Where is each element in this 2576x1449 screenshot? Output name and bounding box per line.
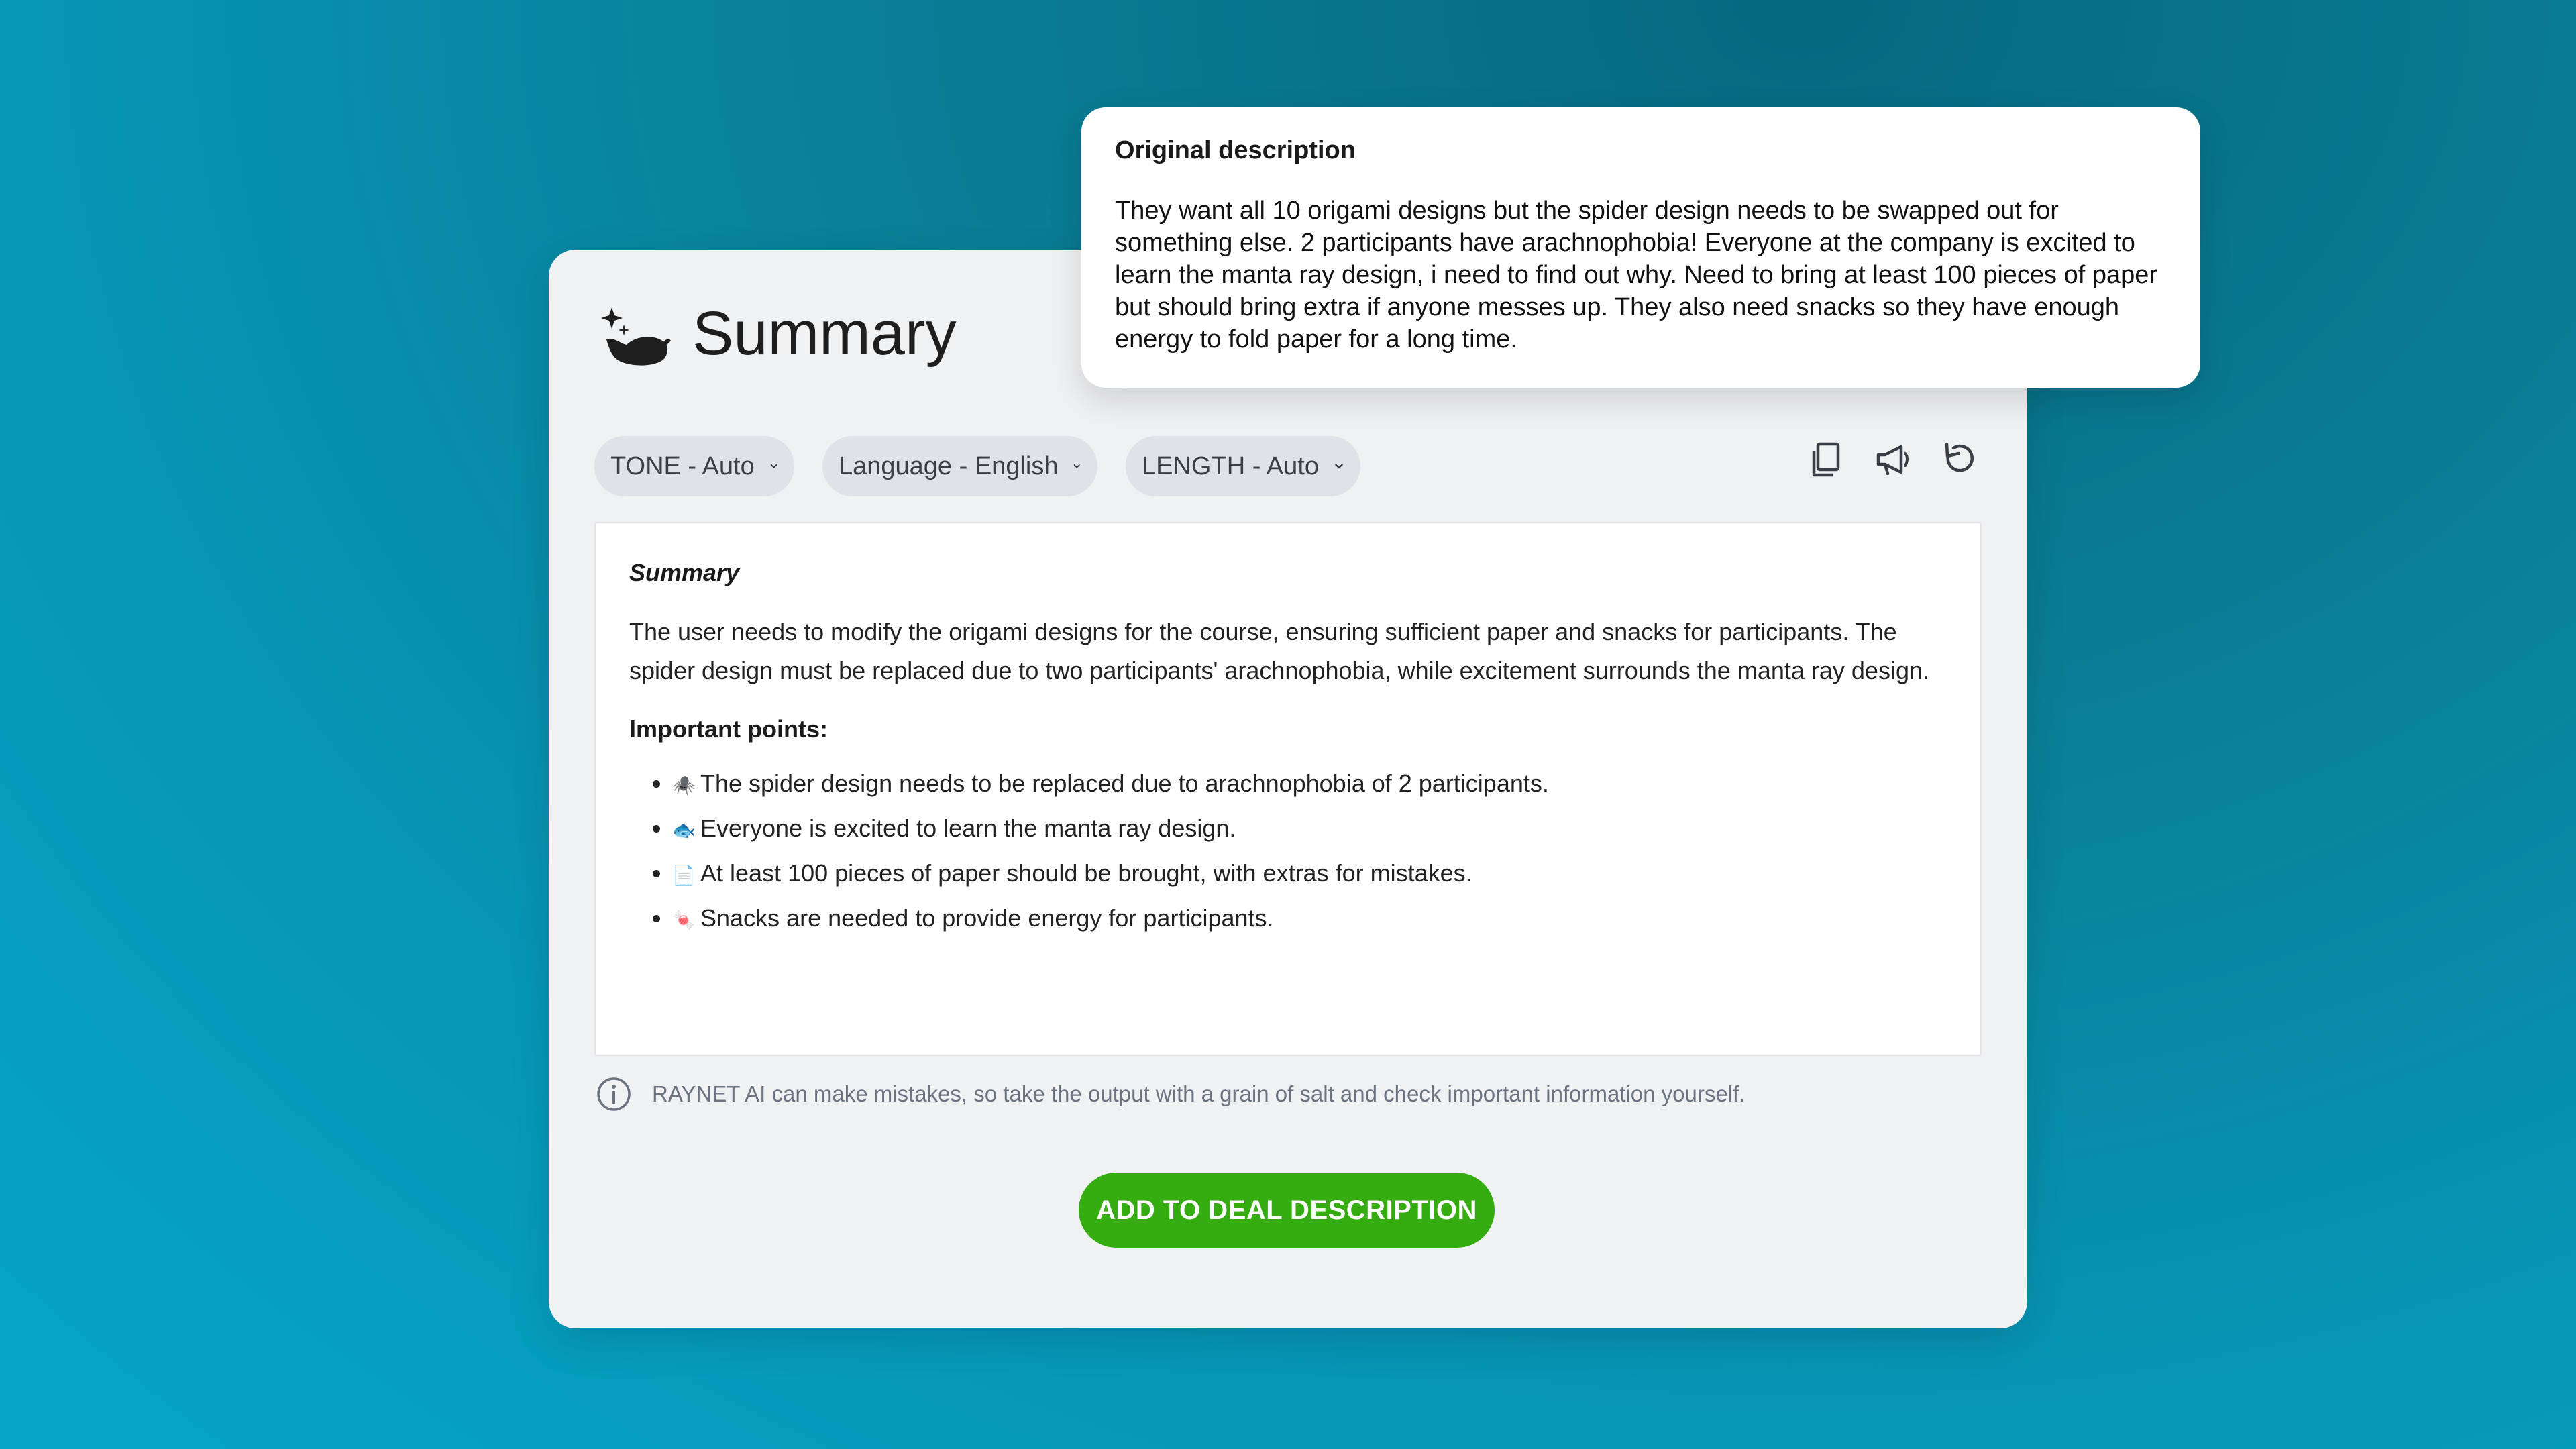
megaphone-icon[interactable] bbox=[1872, 439, 1915, 482]
fish-emoji-icon: 🐟 bbox=[672, 820, 696, 841]
length-dropdown-label: LENGTH - Auto bbox=[1142, 451, 1319, 480]
panel-title: Summary bbox=[692, 299, 957, 368]
important-points-list: 🕷️The spider design needs to be replaced… bbox=[629, 762, 1947, 942]
length-dropdown[interactable]: LENGTH - Auto bbox=[1126, 436, 1360, 496]
content-body: The user needs to modify the origami des… bbox=[629, 618, 1929, 685]
language-dropdown[interactable]: Language - English bbox=[822, 436, 1097, 496]
add-to-deal-description-button[interactable]: ADD TO DEAL DESCRIPTION bbox=[1079, 1173, 1495, 1248]
copy-icon[interactable] bbox=[1805, 439, 1847, 482]
chevron-down-icon bbox=[1074, 464, 1081, 468]
list-item: 🍬Snacks are needed to provide energy for… bbox=[672, 897, 1947, 942]
list-item: 🕷️The spider design needs to be replaced… bbox=[672, 762, 1947, 807]
point-text: Everyone is excited to learn the manta r… bbox=[700, 814, 1236, 843]
points-title: Important points: bbox=[629, 715, 828, 743]
original-description-card: Original description They want all 10 or… bbox=[1081, 107, 2200, 388]
original-description-text: They want all 10 origami designs but the… bbox=[1115, 196, 2158, 354]
spider-emoji-icon: 🕷️ bbox=[672, 775, 696, 796]
candy-emoji-icon: 🍬 bbox=[672, 910, 696, 931]
chevron-down-icon bbox=[1335, 464, 1343, 469]
language-dropdown-label: Language - English bbox=[839, 451, 1059, 480]
refresh-icon[interactable] bbox=[1937, 439, 1980, 482]
sparkle-whale-icon bbox=[601, 307, 671, 366]
content-title: Summary bbox=[629, 559, 740, 586]
list-item: 📄At least 100 pieces of paper should be … bbox=[672, 852, 1947, 897]
summary-content: Summary The user needs to modify the ori… bbox=[594, 522, 1982, 1056]
disclaimer-text: RAYNET AI can make mistakes, so take the… bbox=[652, 1081, 1746, 1106]
tone-dropdown[interactable]: TONE - Auto bbox=[594, 436, 794, 496]
point-text: Snacks are needed to provide energy for … bbox=[700, 904, 1274, 932]
chevron-down-icon bbox=[770, 464, 777, 468]
info-icon bbox=[597, 1077, 631, 1111]
ai-disclaimer: RAYNET AI can make mistakes, so take the… bbox=[596, 1076, 1745, 1112]
page-emoji-icon: 📄 bbox=[672, 865, 696, 886]
original-description-title: Original description bbox=[1115, 136, 1356, 164]
tone-dropdown-label: TONE - Auto bbox=[610, 451, 755, 480]
point-text: At least 100 pieces of paper should be b… bbox=[700, 859, 1472, 888]
summary-panel: Summary TONE - Auto Language - English L… bbox=[549, 250, 2027, 1328]
point-text: The spider design needs to be replaced d… bbox=[700, 769, 1549, 798]
list-item: 🐟Everyone is excited to learn the manta … bbox=[672, 807, 1947, 852]
